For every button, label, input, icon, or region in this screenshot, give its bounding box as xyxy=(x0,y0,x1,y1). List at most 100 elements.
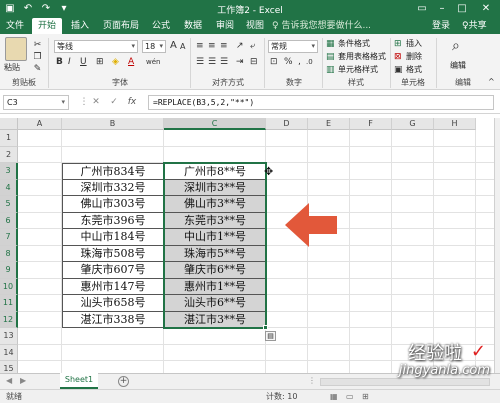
row-header-1[interactable]: 1 xyxy=(0,130,18,147)
cell-b8[interactable]: 珠海市508号 xyxy=(62,245,164,262)
cancel-icon[interactable]: ✕ xyxy=(90,96,102,108)
share-button[interactable]: ♀共享 xyxy=(462,18,487,34)
font-name-select[interactable]: 等线 ▾ xyxy=(54,40,138,53)
row-header-3[interactable]: 3 xyxy=(0,163,18,180)
tab-review[interactable]: 审阅 xyxy=(212,18,238,34)
cell-styles-button[interactable]: 单元格样式 xyxy=(338,64,378,76)
tab-view[interactable]: 视图 xyxy=(242,18,268,34)
format-painter-icon[interactable]: ✎ xyxy=(32,64,43,74)
row-header-13[interactable]: 13 xyxy=(0,328,18,345)
next-sheet-icon[interactable]: ▶ xyxy=(20,376,26,385)
font-color-icon[interactable]: A xyxy=(128,56,134,68)
phonetic-icon[interactable]: wén xyxy=(146,56,160,68)
cell-b5[interactable]: 佛山市303号 xyxy=(62,196,164,213)
undo-icon[interactable]: ↶ xyxy=(22,3,34,15)
percent-button[interactable]: % xyxy=(284,56,293,68)
sheet-tab-sheet1[interactable]: Sheet1 xyxy=(60,373,98,389)
align-center-icon[interactable]: ☰ xyxy=(208,56,216,68)
close-button[interactable]: ✕ xyxy=(478,2,494,16)
column-header-b[interactable]: B xyxy=(62,118,164,130)
cell-b10[interactable]: 惠州市147号 xyxy=(62,278,164,295)
tab-home[interactable]: 开始 xyxy=(32,18,62,34)
cell-b6[interactable]: 东莞市396号 xyxy=(62,212,164,229)
minimize-button[interactable]: – xyxy=(434,2,450,16)
align-left-icon[interactable]: ☰ xyxy=(196,56,204,68)
column-header-c[interactable]: C xyxy=(164,118,266,130)
save-icon[interactable]: ▣ xyxy=(4,3,16,15)
fill-color-icon[interactable]: ◈ xyxy=(112,56,119,68)
tab-file[interactable]: 文件 xyxy=(2,18,28,34)
insert-cells-icon[interactable]: ⊞ xyxy=(394,38,402,50)
number-format-select[interactable]: 常规 ▾ xyxy=(268,40,318,53)
login-link[interactable]: 登录 xyxy=(432,18,450,34)
currency-icon[interactable]: ⊡ xyxy=(270,56,278,68)
wrap-text-icon[interactable]: ⤶ xyxy=(250,40,255,52)
find-icon[interactable]: ⌕ xyxy=(452,39,460,53)
cut-icon[interactable]: ✂ xyxy=(32,40,43,50)
column-header-f[interactable]: F xyxy=(350,118,392,130)
align-bottom-icon[interactable]: ≡ xyxy=(220,40,228,52)
cell-b11[interactable]: 汕头市658号 xyxy=(62,295,164,312)
row-header-2[interactable]: 2 xyxy=(0,146,18,163)
tab-formulas[interactable]: 公式 xyxy=(148,18,174,34)
vertical-scrollbar[interactable] xyxy=(494,118,500,373)
tab-page-layout[interactable]: 页面布局 xyxy=(98,18,144,34)
delete-cells-button[interactable]: 删除 xyxy=(406,51,422,63)
enter-icon[interactable]: ✓ xyxy=(108,96,120,108)
shrink-font-icon[interactable]: A xyxy=(180,41,185,53)
paste-button-label[interactable]: 粘贴 xyxy=(4,62,20,73)
tell-me-search[interactable]: ♀ 告诉我您想要做什么... xyxy=(272,18,371,34)
tab-data[interactable]: 数据 xyxy=(180,18,206,34)
format-cells-button[interactable]: 格式 xyxy=(406,64,422,76)
indent-icon[interactable]: ⇥ xyxy=(236,56,244,68)
redo-icon[interactable]: ↷ xyxy=(40,3,52,15)
formula-input[interactable]: =REPLACE(B3,5,2,"**") xyxy=(148,95,494,110)
grow-font-icon[interactable]: A xyxy=(170,40,177,52)
decimal-icon[interactable]: .0 xyxy=(306,56,313,68)
cell-b3[interactable]: 广州市834号 xyxy=(62,163,164,180)
table-format-icon[interactable]: ▤ xyxy=(326,51,335,63)
orientation-icon[interactable]: ↗ xyxy=(236,40,244,52)
format-as-table-button[interactable]: 套用表格格式 xyxy=(338,51,386,63)
conditional-format-icon[interactable]: ▦ xyxy=(326,38,335,50)
bold-button[interactable]: B xyxy=(56,56,63,68)
quick-analysis-icon[interactable]: ▤ xyxy=(265,331,276,341)
normal-view-icon[interactable]: ▦ xyxy=(330,390,338,403)
row-header-10[interactable]: 10 xyxy=(0,278,18,295)
row-header-9[interactable]: 9 xyxy=(0,262,18,279)
row-header-4[interactable]: 4 xyxy=(0,179,18,196)
align-middle-icon[interactable]: ≡ xyxy=(208,40,216,52)
comma-button[interactable]: , xyxy=(298,56,301,68)
cell-b7[interactable]: 中山市184号 xyxy=(62,229,164,246)
ribbon-display-icon[interactable]: ▭ xyxy=(414,2,430,16)
conditional-format-button[interactable]: 条件格式 xyxy=(338,38,370,50)
column-header-d[interactable]: D xyxy=(266,118,308,130)
paste-icon[interactable] xyxy=(5,37,27,61)
page-layout-view-icon[interactable]: ▭ xyxy=(346,390,354,403)
row-header-11[interactable]: 11 xyxy=(0,295,18,312)
cell-b4[interactable]: 深圳市332号 xyxy=(62,179,164,196)
italic-button[interactable]: I xyxy=(68,56,71,68)
cell-b12[interactable]: 湛江市338号 xyxy=(62,311,164,328)
row-header-14[interactable]: 14 xyxy=(0,344,18,361)
add-sheet-button[interactable]: + xyxy=(118,376,129,387)
row-header-7[interactable]: 7 xyxy=(0,229,18,246)
worksheet-grid[interactable]: ABCDEFGH1234567891011121314151617广州市834号… xyxy=(0,118,500,403)
row-header-6[interactable]: 6 xyxy=(0,212,18,229)
insert-function-icon[interactable]: fx xyxy=(126,96,138,108)
underline-button[interactable]: U xyxy=(80,56,87,68)
prev-sheet-icon[interactable]: ◀ xyxy=(6,376,12,385)
column-header-h[interactable]: H xyxy=(434,118,476,130)
tab-insert[interactable]: 插入 xyxy=(66,18,94,34)
align-top-icon[interactable]: ≡ xyxy=(196,40,204,52)
row-header-5[interactable]: 5 xyxy=(0,196,18,213)
editing-button[interactable]: 编辑 xyxy=(450,60,466,72)
row-header-12[interactable]: 12 xyxy=(0,311,18,328)
customize-qat-icon[interactable]: ▾ xyxy=(58,3,70,15)
merge-center-icon[interactable]: ⊟ xyxy=(250,56,258,68)
insert-cells-button[interactable]: 插入 xyxy=(406,38,422,50)
delete-cells-icon[interactable]: ⊠ xyxy=(394,51,402,63)
font-size-select[interactable]: 18 ▾ xyxy=(142,40,166,53)
name-box[interactable]: C3 ▾ xyxy=(3,95,69,110)
cell-styles-icon[interactable]: ▥ xyxy=(326,64,335,76)
